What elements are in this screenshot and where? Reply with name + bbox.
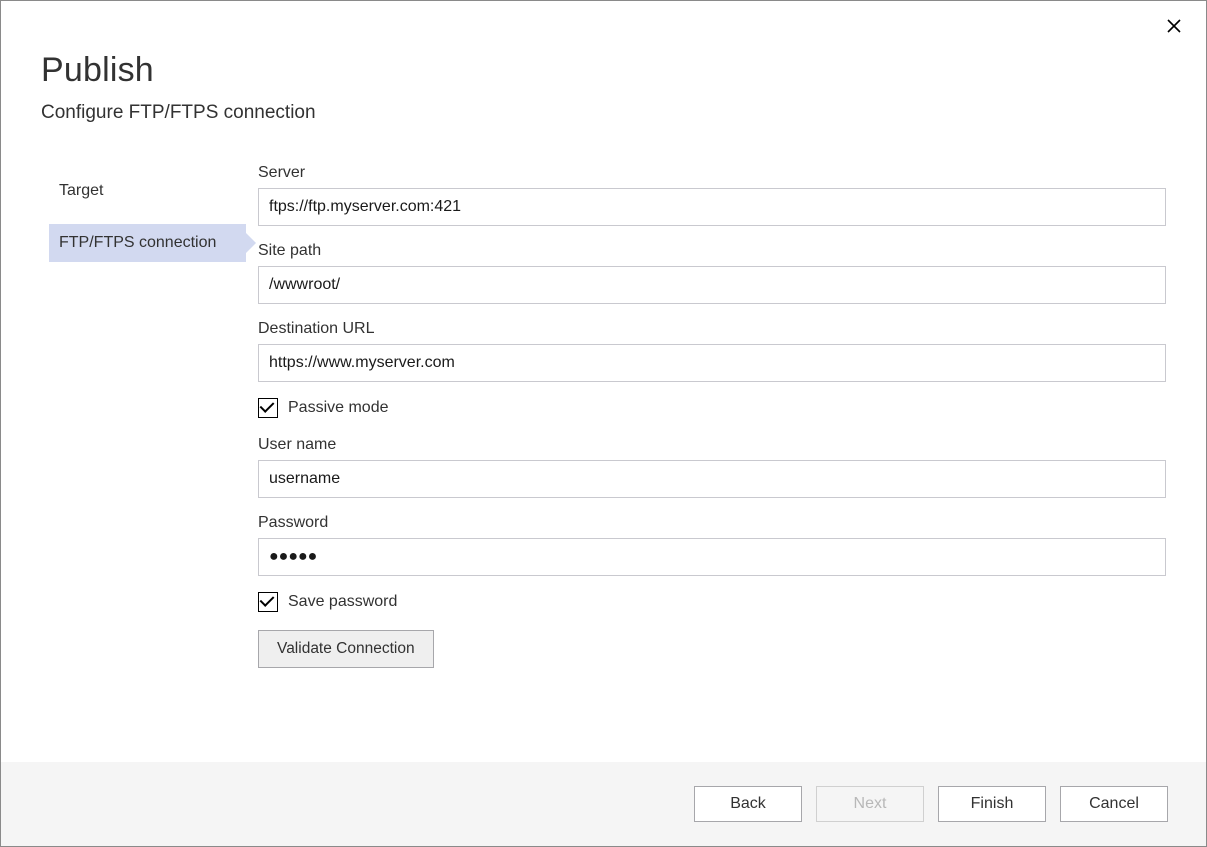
publish-dialog: Publish Configure FTP/FTPS connection Ta… (0, 0, 1207, 847)
site-path-input[interactable] (258, 266, 1166, 304)
finish-button[interactable]: Finish (938, 786, 1046, 822)
checkbox-save-password-row: Save password (258, 592, 1166, 612)
dialog-title: Publish (41, 51, 1166, 90)
validate-connection-button[interactable]: Validate Connection (258, 630, 434, 668)
dialog-footer: Back Next Finish Cancel (1, 762, 1206, 846)
sidebar-item-target[interactable]: Target (49, 172, 246, 210)
save-password-checkbox[interactable] (258, 592, 278, 612)
dialog-subtitle: Configure FTP/FTPS connection (41, 102, 1166, 124)
field-user-name: User name (258, 436, 1166, 498)
sidebar-item-label: Target (59, 182, 103, 199)
form-area: Server Site path Destination URL Passive… (246, 164, 1166, 752)
back-button[interactable]: Back (694, 786, 802, 822)
checkbox-passive-mode-row: Passive mode (258, 398, 1166, 418)
sidebar-item-ftp-connection[interactable]: FTP/FTPS connection (49, 224, 246, 262)
cancel-button[interactable]: Cancel (1060, 786, 1168, 822)
field-password: Password (258, 514, 1166, 576)
user-name-label: User name (258, 436, 1166, 454)
dialog-body: Target FTP/FTPS connection Server Site p… (1, 134, 1206, 762)
destination-url-input[interactable] (258, 344, 1166, 382)
close-icon (1167, 18, 1181, 37)
save-password-label[interactable]: Save password (288, 593, 397, 611)
server-input[interactable] (258, 188, 1166, 226)
site-path-label: Site path (258, 242, 1166, 260)
password-input[interactable] (258, 538, 1166, 576)
close-button[interactable] (1160, 13, 1188, 41)
next-button: Next (816, 786, 924, 822)
dialog-header: Publish Configure FTP/FTPS connection (1, 1, 1206, 134)
sidebar-item-label: FTP/FTPS connection (59, 234, 216, 251)
field-site-path: Site path (258, 242, 1166, 304)
user-name-input[interactable] (258, 460, 1166, 498)
server-label: Server (258, 164, 1166, 182)
password-label: Password (258, 514, 1166, 532)
sidebar: Target FTP/FTPS connection (41, 164, 246, 752)
field-destination-url: Destination URL (258, 320, 1166, 382)
passive-mode-label[interactable]: Passive mode (288, 399, 389, 417)
field-server: Server (258, 164, 1166, 226)
passive-mode-checkbox[interactable] (258, 398, 278, 418)
destination-url-label: Destination URL (258, 320, 1166, 338)
